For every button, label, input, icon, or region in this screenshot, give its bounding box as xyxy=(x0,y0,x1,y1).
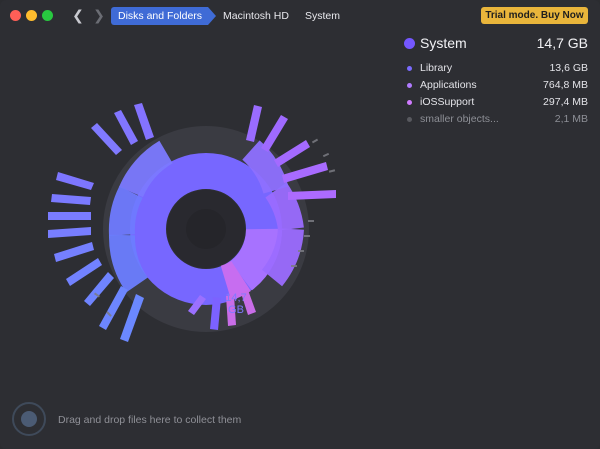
minimize-window-button[interactable] xyxy=(26,10,37,21)
details-row-iossupport[interactable]: iOSSupport 297,4 MB xyxy=(404,95,588,112)
sunburst-center-label: 14,7 GB xyxy=(211,292,261,316)
row-value: 764,8 MB xyxy=(543,79,588,91)
details-panel: System 14,7 GB Library 13,6 GB Applicati… xyxy=(404,35,588,129)
row-label: smaller objects... xyxy=(420,113,499,125)
details-size: 14,7 GB xyxy=(536,35,588,51)
details-list: Library 13,6 GB Applications 764,8 MB iO… xyxy=(404,61,588,129)
details-row-library[interactable]: Library 13,6 GB xyxy=(404,61,588,78)
breadcrumb: Disks and Folders Macintosh HD System xyxy=(111,7,347,25)
trial-buy-now-button[interactable]: Trial mode. Buy Now xyxy=(481,7,588,24)
applications-dot-icon xyxy=(407,83,412,88)
center-unit: GB xyxy=(228,304,244,316)
library-dot-icon xyxy=(407,66,412,71)
row-label: iOSSupport xyxy=(420,96,475,108)
zoom-window-button[interactable] xyxy=(42,10,53,21)
details-header: System 14,7 GB xyxy=(404,35,588,55)
sunburst-svg[interactable] xyxy=(36,80,376,380)
center-value: 14,7 xyxy=(225,292,247,304)
back-chevron-icon[interactable]: ❮ xyxy=(70,7,86,23)
sunburst-slice-iossupport[interactable] xyxy=(220,260,251,301)
app-window: ❮ ❯ Disks and Folders Macintosh HD Syste… xyxy=(0,0,600,449)
row-label: Library xyxy=(420,62,453,74)
row-value: 297,4 MB xyxy=(543,96,588,108)
row-label: Applications xyxy=(420,79,477,91)
details-row-smaller-objects[interactable]: smaller objects... 2,1 MB xyxy=(404,112,588,129)
details-row-applications[interactable]: Applications 764,8 MB xyxy=(404,78,588,95)
breadcrumb-system[interactable]: System xyxy=(298,7,347,25)
sunburst-segment[interactable] xyxy=(108,186,143,236)
collect-dropzone-icon[interactable] xyxy=(12,402,46,436)
close-window-button[interactable] xyxy=(10,10,21,21)
row-value: 2,1 MB xyxy=(554,113,588,125)
sunburst-chart[interactable]: 14,7 GB xyxy=(36,80,376,380)
breadcrumb-disks-and-folders[interactable]: Disks and Folders xyxy=(111,7,217,25)
row-value: 13,6 GB xyxy=(549,62,588,74)
sunburst-slice-applications[interactable] xyxy=(229,228,282,291)
sunburst-segment[interactable] xyxy=(109,234,148,293)
details-title: System xyxy=(420,35,467,51)
dropzone-hint: Drag and drop files here to collect them xyxy=(58,414,242,426)
sunburst-center xyxy=(186,209,226,249)
forward-chevron-icon[interactable]: ❯ xyxy=(91,7,107,23)
system-color-dot-icon xyxy=(404,38,415,49)
breadcrumb-macintosh-hd[interactable]: Macintosh HD xyxy=(216,7,296,25)
iossupport-dot-icon xyxy=(407,100,412,105)
smaller-objects-dot-icon xyxy=(407,117,412,122)
title-bar: ❮ ❯ Disks and Folders Macintosh HD Syste… xyxy=(0,0,600,30)
